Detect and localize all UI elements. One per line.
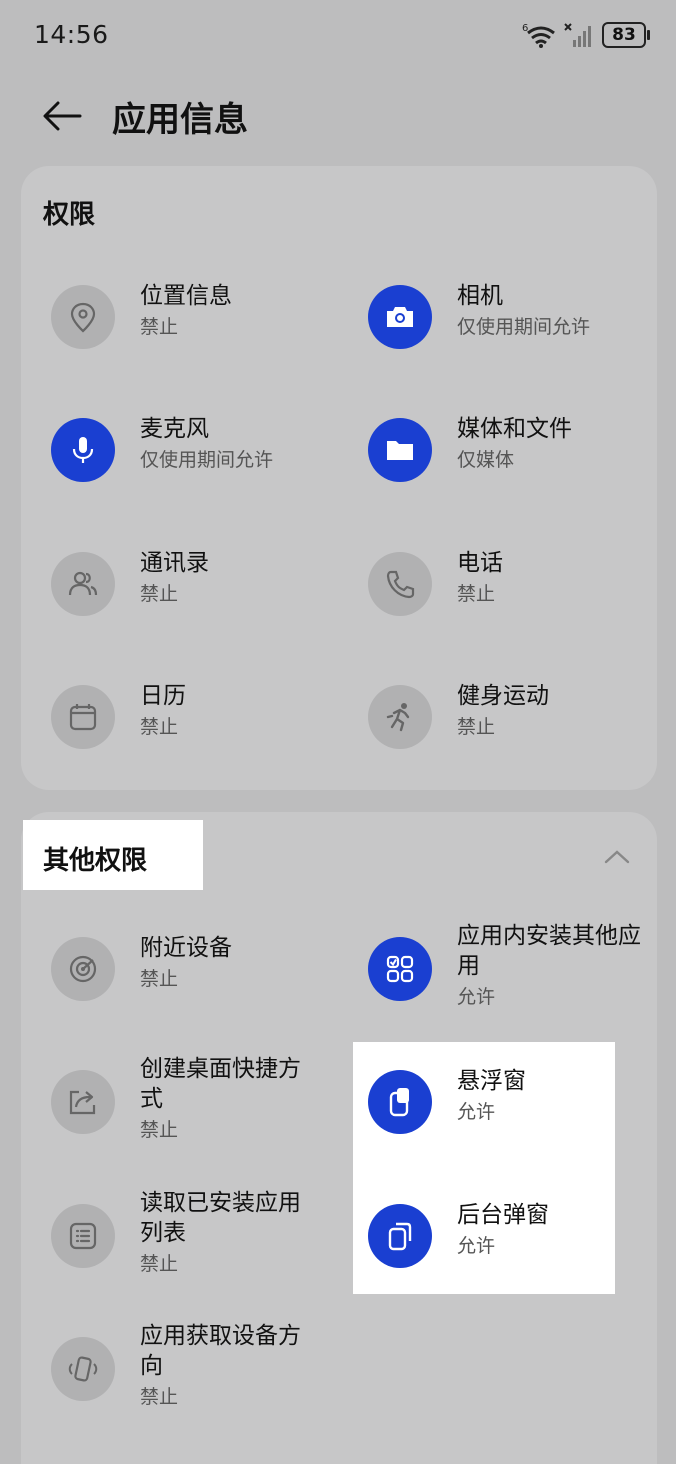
permission-name: 应用内安装其他应用 bbox=[457, 923, 641, 979]
permission-status: 禁止 bbox=[140, 968, 179, 990]
permission-status: 仅使用期间允许 bbox=[457, 316, 591, 338]
permission-status: 允许 bbox=[457, 1101, 496, 1123]
status-time: 14:56 bbox=[34, 20, 109, 49]
floating-window-icon bbox=[368, 1070, 432, 1134]
back-arrow-icon bbox=[43, 101, 82, 131]
permission-name: 电话 bbox=[457, 550, 503, 576]
shortcut-icon bbox=[51, 1070, 115, 1134]
wifi-icon: 6 bbox=[522, 23, 555, 48]
location-icon bbox=[51, 285, 115, 349]
permission-name: 通讯录 bbox=[140, 550, 209, 576]
contacts-icon bbox=[51, 552, 115, 616]
camera-icon bbox=[368, 285, 432, 349]
permission-name: 创建桌面快捷方式 bbox=[140, 1056, 301, 1112]
permission-name: 相机 bbox=[457, 283, 503, 309]
permissions-card: 权限 位置信息 禁止 相机 仅使用期间允许 麦克风 仅使用期间允许 媒体和文件 仅媒体 … bbox=[21, 166, 657, 790]
permission-status: 仅使用期间允许 bbox=[140, 449, 274, 471]
microphone-icon bbox=[51, 418, 115, 482]
chevron-up-icon bbox=[604, 850, 630, 864]
status-icons: 6 83 bbox=[522, 20, 650, 50]
permission-name: 后台弹窗 bbox=[457, 1202, 549, 1228]
battery-indicator: 83 bbox=[602, 22, 650, 48]
permission-name: 位置信息 bbox=[140, 283, 232, 309]
permission-status: 禁止 bbox=[457, 583, 496, 605]
page-title: 应用信息 bbox=[112, 100, 248, 140]
permission-status: 禁止 bbox=[140, 716, 179, 738]
background-popup-icon bbox=[368, 1204, 432, 1268]
permission-status: 仅媒体 bbox=[457, 449, 515, 471]
permission-status: 允许 bbox=[457, 986, 496, 1008]
permission-name: 日历 bbox=[140, 683, 186, 709]
collapse-button[interactable] bbox=[603, 846, 631, 866]
permission-name: 悬浮窗 bbox=[457, 1068, 526, 1094]
permission-status: 禁止 bbox=[140, 1386, 179, 1408]
phone-icon bbox=[368, 552, 432, 616]
install-apps-icon bbox=[368, 937, 432, 1001]
svg-text:6: 6 bbox=[522, 23, 528, 34]
permission-status: 禁止 bbox=[140, 316, 179, 338]
permission-name: 应用获取设备方向 bbox=[140, 1323, 301, 1379]
nearby-devices-icon bbox=[51, 937, 115, 1001]
other-permissions-title: 其他权限 bbox=[43, 846, 148, 876]
permission-name: 麦克风 bbox=[140, 416, 209, 442]
app-list-icon bbox=[51, 1204, 115, 1268]
status-bar: 14:56 6 83 bbox=[0, 0, 676, 72]
permission-name: 读取已安装应用列表 bbox=[140, 1190, 301, 1246]
permission-status: 禁止 bbox=[140, 1119, 179, 1141]
permission-status: 禁止 bbox=[140, 583, 179, 605]
folder-icon bbox=[368, 418, 432, 482]
permissions-title: 权限 bbox=[43, 200, 96, 230]
device-orientation-icon bbox=[51, 1337, 115, 1401]
permission-status: 允许 bbox=[457, 1235, 496, 1257]
calendar-icon bbox=[51, 685, 115, 749]
running-icon bbox=[368, 685, 432, 749]
permission-name: 媒体和文件 bbox=[457, 416, 572, 442]
permission-status: 禁止 bbox=[140, 1253, 179, 1275]
permission-name: 附近设备 bbox=[140, 935, 232, 961]
permission-name: 健身运动 bbox=[457, 683, 549, 709]
signal-icon bbox=[564, 23, 591, 47]
app-bar: 应用信息 bbox=[0, 80, 676, 152]
permission-status: 禁止 bbox=[457, 716, 496, 738]
back-button[interactable] bbox=[40, 94, 84, 138]
